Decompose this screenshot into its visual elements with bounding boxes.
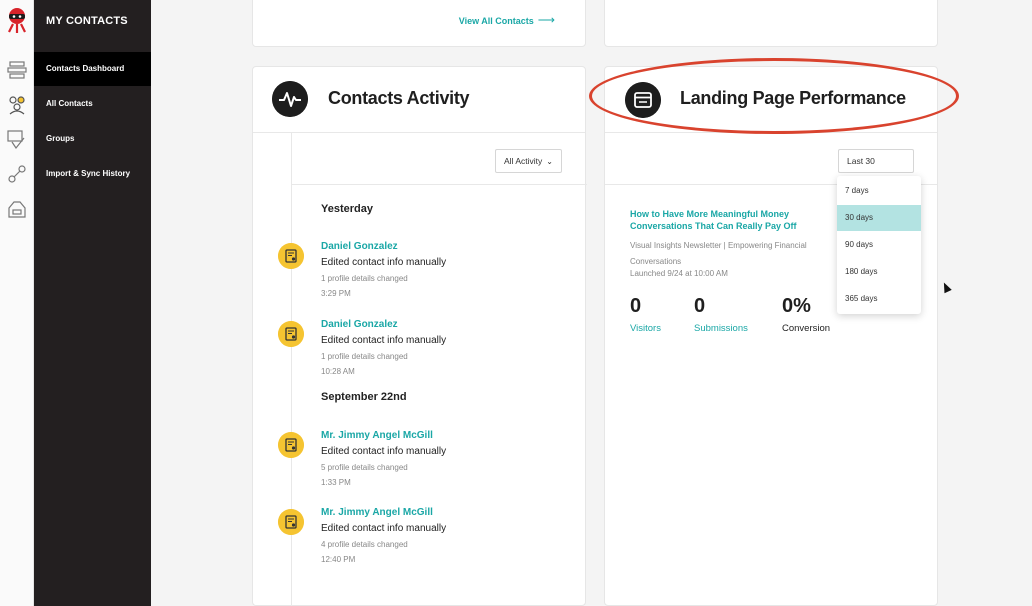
landing-page-title-link[interactable]: How to Have More Meaningful Money Conver… (630, 208, 845, 232)
contact-name-link[interactable]: Daniel Gonzalez (321, 319, 398, 330)
ninja-mascot-icon[interactable] (5, 6, 29, 34)
conversion-label: Conversion (782, 323, 831, 334)
contact-name-link[interactable]: Mr. Jimmy Angel McGill (321, 507, 433, 518)
pulse-icon (272, 81, 308, 117)
activity-filter-bar: All Activity ⌄ (291, 133, 587, 185)
day-heading: Yesterday (321, 203, 373, 215)
visitors-link[interactable]: Visitors (630, 323, 661, 334)
activity-action: Edited contact info manually (321, 523, 447, 534)
visitors-count: 0 (630, 295, 642, 317)
stack-icon[interactable] (6, 58, 28, 80)
activity-details: 5 profile details changed (321, 463, 408, 472)
activity-entry: Mr. Jimmy Angel McGill Edited contact in… (278, 503, 588, 567)
sidebar-title: MY CONTACTS (46, 15, 128, 27)
arrow-right-icon: ⟶ (537, 13, 555, 27)
activity-header: Contacts Activity (253, 67, 585, 133)
date-range-dropdown: 7 days 30 days 90 days 180 days 365 days (837, 176, 921, 314)
activity-title: Contacts Activity (328, 88, 470, 108)
landing-performance-card: Landing Page Performance Last 30 days⌄ H… (604, 66, 938, 606)
submissions-link[interactable]: Submissions (694, 323, 748, 334)
sidebar-item-contacts-dashboard[interactable]: Contacts Dashboard (34, 52, 151, 86)
sidebar-item-groups[interactable]: Groups (34, 122, 151, 156)
groups-icon[interactable] (6, 128, 28, 150)
sidebar-item-all-contacts[interactable]: All Contacts (34, 87, 151, 121)
icon-rail (0, 0, 34, 606)
chevron-down-icon: ⌄ (546, 157, 553, 166)
contact-card-icon (278, 243, 304, 269)
activity-details: 1 profile details changed (321, 352, 408, 361)
range-option-7[interactable]: 7 days (837, 178, 921, 204)
sync-history-icon[interactable] (6, 163, 28, 185)
sidebar: MY CONTACTS Contacts Dashboard All Conta… (34, 0, 151, 606)
contact-card-icon (278, 509, 304, 535)
view-all-label: View All Contacts (458, 16, 534, 26)
activity-feed: Yesterday Daniel Gonzalez Edited contact… (278, 185, 588, 606)
day-heading: September 22nd (321, 391, 407, 403)
activity-filter-select[interactable]: All Activity ⌄ (495, 149, 562, 173)
activity-time: 10:28 AM (321, 367, 355, 376)
contacts-activity-card: Contacts Activity All Activity ⌄ Yesterda… (252, 66, 588, 606)
activity-action: Edited contact info manually (321, 335, 447, 346)
sidebar-item-import-sync-history[interactable]: Import & Sync History (34, 157, 151, 191)
activity-time: 12:40 PM (321, 555, 356, 564)
activity-time: 1:33 PM (321, 478, 351, 487)
range-option-90[interactable]: 90 days (837, 232, 921, 258)
top-contacts-card: View All Contacts ⟶ (252, 0, 586, 47)
date-range-select[interactable]: Last 30 days⌄ (838, 149, 914, 188)
activity-time: 3:29 PM (321, 289, 351, 298)
activity-entry: Mr. Jimmy Angel McGill Edited contact in… (278, 426, 588, 490)
contact-card-icon (278, 321, 304, 347)
view-all-contacts-link[interactable]: View All Contacts ⟶ (459, 13, 555, 27)
top-right-card (604, 0, 938, 47)
activity-details: 1 profile details changed (321, 274, 408, 283)
contact-card-icon (278, 432, 304, 458)
landing-page-launched: Launched 9/24 at 10:00 AM (630, 269, 728, 278)
landing-page-subtitle: Visual Insights Newsletter | Empowering … (630, 241, 807, 266)
activity-action: Edited contact info manually (321, 446, 447, 457)
activity-action: Edited contact info manually (321, 257, 447, 268)
submissions-count: 0 (694, 295, 706, 317)
range-option-365[interactable]: 365 days (837, 286, 921, 312)
annotation-oval (589, 58, 959, 134)
contact-name-link[interactable]: Daniel Gonzalez (321, 241, 398, 252)
conversion-value: 0% (782, 295, 811, 317)
activity-details: 4 profile details changed (321, 540, 408, 549)
activity-entry: Daniel Gonzalez Edited contact info manu… (278, 315, 588, 379)
archive-icon[interactable] (6, 198, 28, 220)
mouse-cursor-icon (940, 280, 952, 294)
range-option-30[interactable]: 30 days (837, 205, 921, 231)
activity-entry: Daniel Gonzalez Edited contact info manu… (278, 237, 588, 301)
contact-name-link[interactable]: Mr. Jimmy Angel McGill (321, 430, 433, 441)
range-option-180[interactable]: 180 days (837, 259, 921, 285)
contacts-group-icon[interactable] (6, 93, 28, 115)
activity-filter-label: All Activity (504, 156, 543, 166)
